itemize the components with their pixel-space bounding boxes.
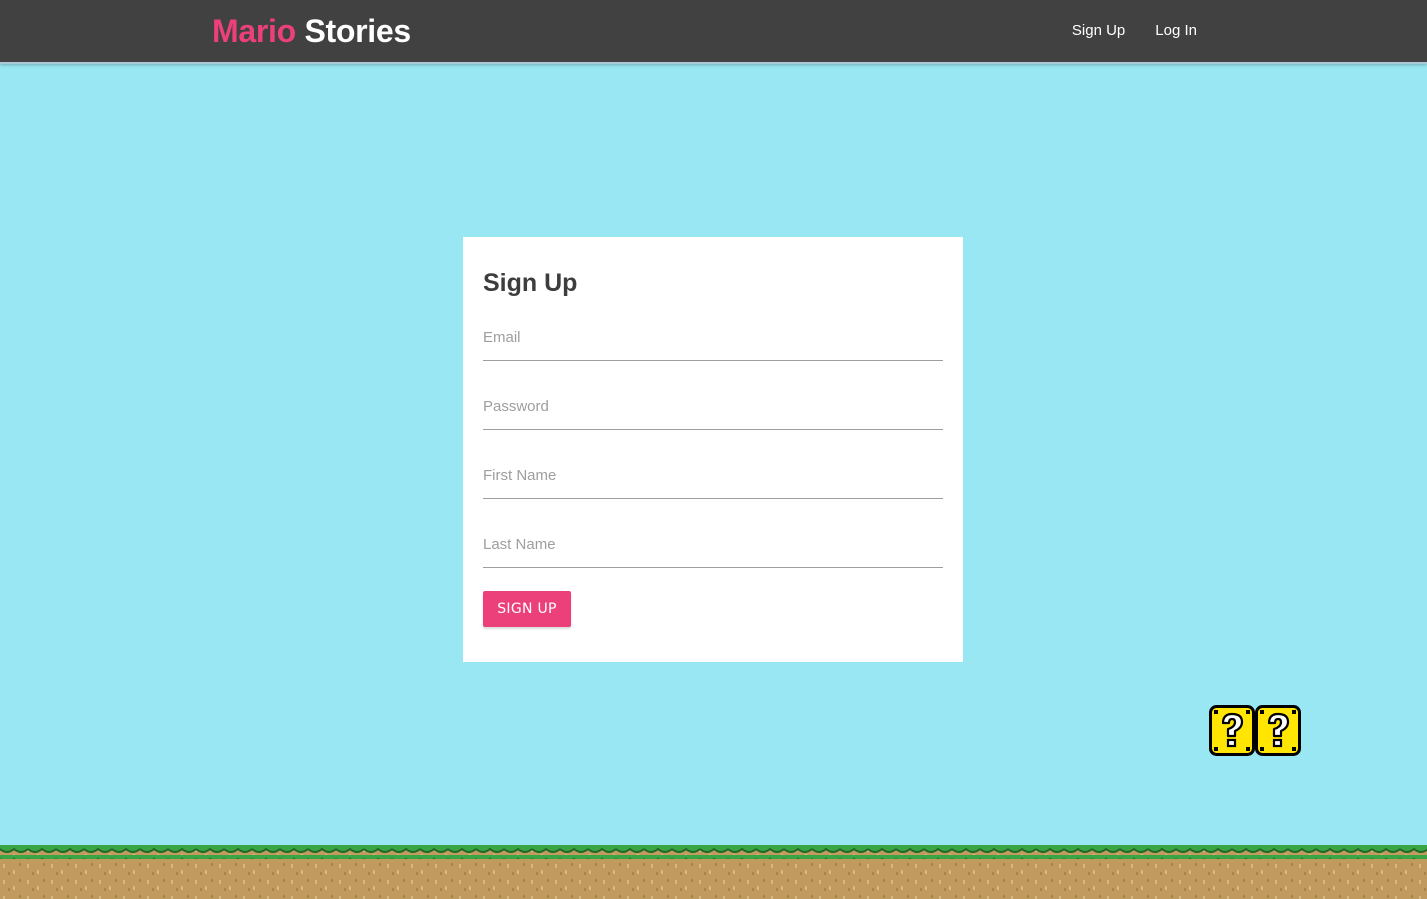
email-field[interactable] [483,315,943,361]
nav-signup-link[interactable]: Sign Up [1057,0,1140,62]
password-field[interactable] [483,384,943,430]
grass-ground-icon [0,845,1427,899]
brand-logo[interactable]: Mario Stories [212,11,411,51]
signup-title: Sign Up [483,269,578,297]
nav-links: Sign Up Log In [1057,0,1212,62]
question-block-icon [1255,705,1301,756]
signup-submit-button[interactable]: SIGN UP [483,591,571,627]
nav-login-link[interactable]: Log In [1140,0,1212,62]
last-name-field[interactable] [483,522,943,568]
brand-text-mario: Mario [212,13,296,49]
top-navbar: Mario Stories Sign Up Log In [0,0,1427,64]
question-blocks [1209,705,1301,756]
first-name-field[interactable] [483,453,943,499]
signup-card: Sign Up SIGN UP [463,237,963,662]
brand-text-stories: Stories [304,13,411,49]
question-block-icon [1209,705,1255,756]
